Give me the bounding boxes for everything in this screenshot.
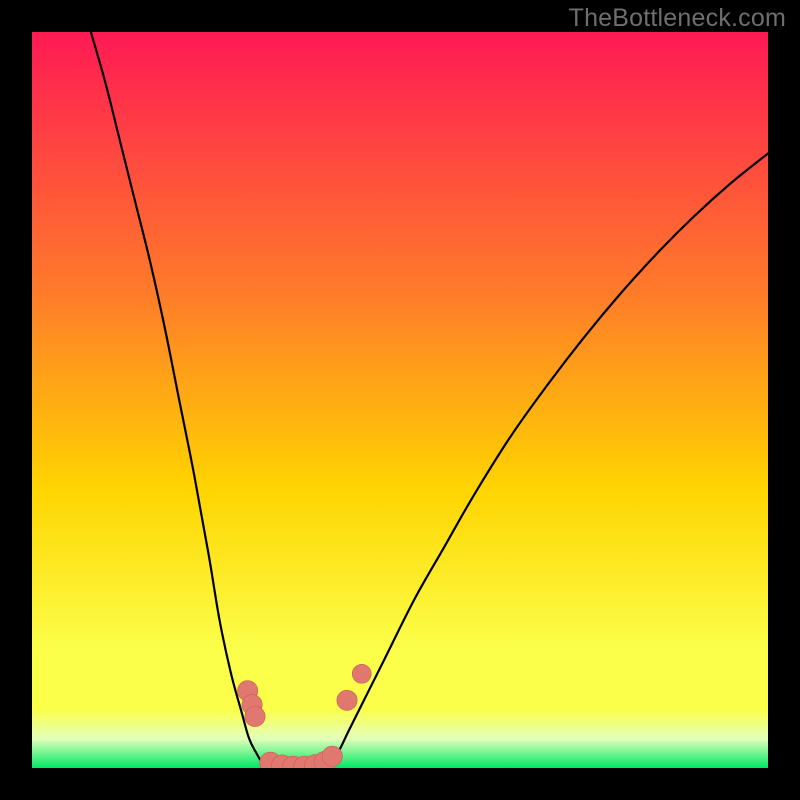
data-marker (352, 664, 371, 683)
heat-gradient-background (32, 32, 768, 768)
bottleneck-curve-chart (32, 32, 768, 768)
chart-frame: TheBottleneck.com (0, 0, 800, 800)
data-marker (337, 690, 357, 710)
data-marker (245, 706, 265, 726)
data-marker (322, 746, 342, 766)
plot-area (32, 32, 768, 768)
watermark-text: TheBottleneck.com (569, 4, 786, 33)
